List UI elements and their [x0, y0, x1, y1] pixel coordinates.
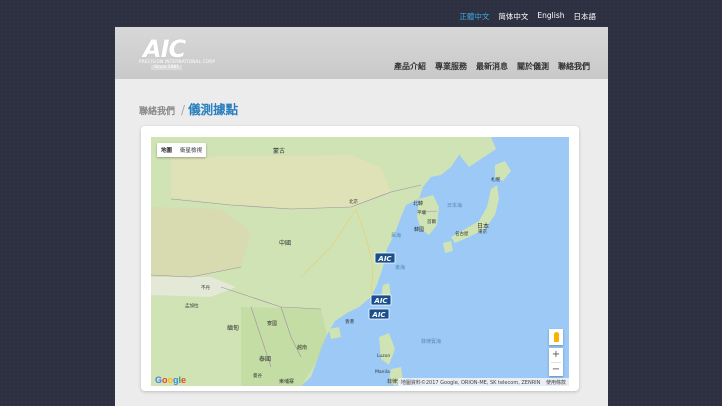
map-type-map[interactable]: 地圖 [157, 143, 176, 157]
map-label-bhutan: 不丹 [201, 285, 210, 291]
map-label-hong-kong: 香港 [345, 318, 354, 325]
map-label-thailand: 泰國 [259, 355, 271, 363]
map-label-korea: 韓國 [414, 226, 424, 233]
lang-english[interactable]: English [537, 11, 564, 22]
lang-traditional-chinese[interactable]: 正體中文 [459, 11, 489, 22]
site-container: AIC PRECISION INTERNATIONAL CORP Since 1… [115, 27, 608, 406]
map-land-hainan [329, 327, 341, 339]
map-label-philippine-sea: 菲律賓海 [421, 338, 441, 345]
logo-since: Since 1981 [151, 65, 183, 70]
lang-simplified-chinese[interactable]: 简体中文 [498, 11, 528, 22]
breadcrumb: 聯絡我們 / 儀測據點 [139, 99, 238, 118]
map-label-east-china-sea: 東海 [395, 264, 405, 271]
main-nav: 產品介紹 專業服務 最新消息 關於儀測 聯絡我們 [394, 61, 590, 72]
map-label-bangkok: 曼谷 [253, 372, 262, 379]
google-logo[interactable]: Google [155, 375, 186, 385]
map-desert-north [171, 155, 391, 209]
page-content: 聯絡我們 / 儀測據點 蒙古 北京 北韓 平壤 韓國 首爾 東京 日本 札幌 名… [115, 79, 608, 406]
map-label-luzon: Luzon [377, 353, 390, 359]
zoom-out-button[interactable]: − [549, 363, 563, 377]
map-label-manila: Manila [375, 369, 390, 375]
map-card: 蒙古 北京 北韓 平壤 韓國 首爾 東京 日本 札幌 名古屋 日本海 中國 黃海… [141, 126, 579, 391]
map-label-laos: 寮國 [267, 320, 277, 327]
aic-logo[interactable]: AIC PRECISION INTERNATIONAL CORP Since 1… [137, 35, 215, 75]
map-label-yellow-sea: 黃海 [391, 232, 401, 239]
map-label-myanmar: 緬甸 [227, 324, 239, 332]
map-land-luzon [379, 333, 395, 365]
marker-shanghai[interactable]: AIC [374, 252, 396, 264]
street-view-pegman-icon[interactable] [549, 329, 563, 345]
nav-news[interactable]: 最新消息 [476, 61, 508, 72]
map-land-kyushu [443, 241, 453, 253]
map-label-vietnam: 越南 [297, 344, 307, 351]
map-label-sea-of-japan: 日本海 [447, 202, 462, 209]
zoom-control: + − [549, 348, 563, 376]
marker-taiwan-north[interactable]: AIC [370, 294, 392, 306]
site-header: AIC PRECISION INTERNATIONAL CORP Since 1… [115, 27, 608, 79]
nav-about[interactable]: 關於儀測 [517, 61, 549, 72]
zoom-in-button[interactable]: + [549, 348, 563, 362]
map-attribution-text: 地圖資料©2017 Google, ORION-ME, SK telecom, … [400, 380, 541, 386]
lang-japanese[interactable]: 日本語 [574, 11, 597, 22]
map-type-control: 地圖 衛星檢視 [157, 143, 207, 157]
breadcrumb-parent[interactable]: 聯絡我們 [139, 104, 175, 117]
map-label-sapporo: 札幌 [491, 176, 500, 183]
pegman-figure [553, 332, 559, 342]
marker-shanghai-label: AIC [377, 255, 392, 263]
map-label-cambodia: 柬埔寨 [279, 378, 294, 385]
marker-taiwan-north-label: AIC [373, 297, 388, 305]
map-type-satellite[interactable]: 衛星檢視 [176, 143, 206, 157]
map-label-seoul: 首爾 [427, 218, 436, 225]
map-canvas[interactable]: 蒙古 北京 北韓 平壤 韓國 首爾 東京 日本 札幌 名古屋 日本海 中國 黃海… [151, 137, 569, 386]
map-label-china: 中國 [279, 239, 291, 247]
map-label-north-korea: 北韓 [413, 200, 423, 207]
map-attribution: 地圖資料©2017 Google, ORION-ME, SK telecom, … [397, 378, 569, 386]
map-label-pyongyang: 平壤 [417, 209, 426, 216]
nav-services[interactable]: 專業服務 [435, 61, 467, 72]
nav-products[interactable]: 產品介紹 [394, 61, 426, 72]
map-terms-link[interactable]: 使用條款 [546, 380, 566, 386]
language-switcher: 正體中文 简体中文 English 日本語 [459, 11, 596, 22]
marker-taiwan-south[interactable]: AIC [368, 308, 390, 320]
map-label-beijing: 北京 [349, 198, 358, 205]
nav-contact[interactable]: 聯絡我們 [558, 61, 590, 72]
google-map[interactable]: 蒙古 北京 北韓 平壤 韓國 首爾 東京 日本 札幌 名古屋 日本海 中國 黃海… [151, 137, 569, 386]
page-title: 儀測據點 [188, 102, 239, 117]
map-label-mongolia: 蒙古 [273, 147, 285, 155]
map-label-nagoya: 名古屋 [455, 230, 469, 237]
marker-taiwan-south-label: AIC [371, 311, 386, 319]
breadcrumb-separator: / [181, 103, 186, 117]
map-label-japan: 日本 [477, 222, 489, 230]
logo-company-name: PRECISION INTERNATIONAL CORP [139, 59, 216, 64]
map-label-bangladesh: 孟加拉 [185, 302, 199, 309]
